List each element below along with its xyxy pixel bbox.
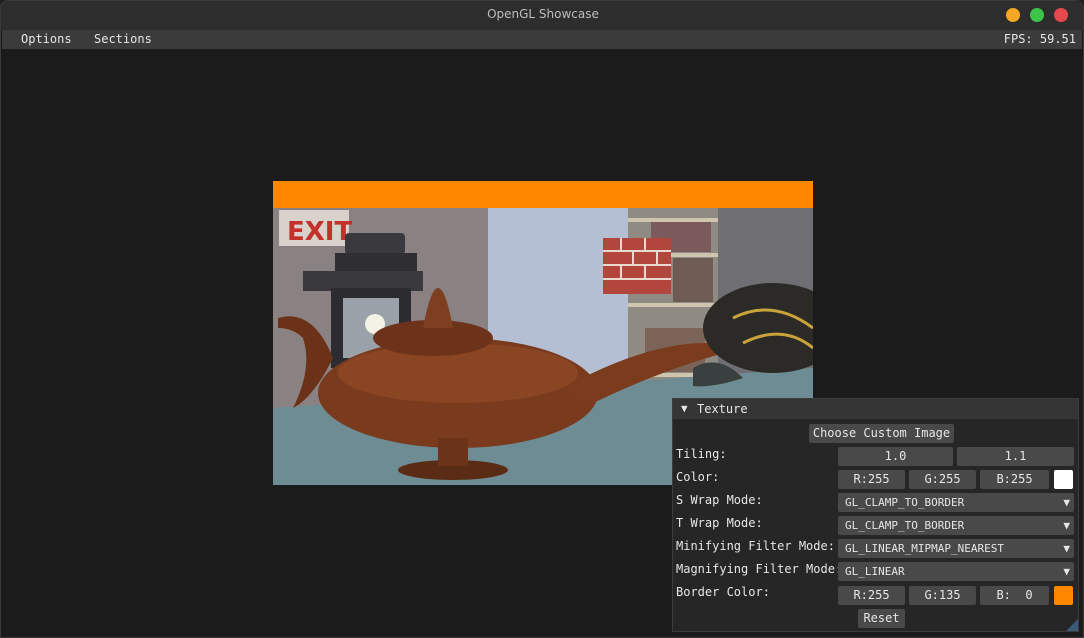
mag-filter-value: GL_LINEAR xyxy=(845,565,905,578)
border-color-swatch[interactable] xyxy=(1054,586,1073,605)
min-filter-label: Minifying Filter Mode: xyxy=(676,539,835,553)
dropdown-arrow-icon: ▼ xyxy=(1063,565,1070,578)
border-b-input[interactable]: B: 0 xyxy=(980,586,1049,605)
color-g-input[interactable]: G:255 xyxy=(909,470,976,489)
color-swatch[interactable] xyxy=(1054,470,1073,489)
dropdown-arrow-icon: ▼ xyxy=(1063,519,1070,532)
border-g-input[interactable]: G:135 xyxy=(909,586,976,605)
mag-filter-label: Magnifying Filter Mode: xyxy=(676,562,843,576)
panel-title: Texture xyxy=(697,402,748,416)
texture-panel-header[interactable]: ▼ Texture xyxy=(673,399,1078,419)
color-r-input[interactable]: R:255 xyxy=(838,470,905,489)
t-wrap-select[interactable]: GL_CLAMP_TO_BORDER ▼ xyxy=(838,516,1074,535)
close-button[interactable] xyxy=(1054,8,1068,22)
resize-grip-icon[interactable] xyxy=(1066,619,1078,631)
app-window: OpenGL Showcase Options Sections FPS: 59… xyxy=(0,0,1084,638)
collapse-triangle-icon[interactable]: ▼ xyxy=(681,402,688,415)
tiling-label: Tiling: xyxy=(676,447,727,461)
dropdown-arrow-icon: ▼ xyxy=(1063,496,1070,509)
mag-filter-select[interactable]: GL_LINEAR ▼ xyxy=(838,562,1074,581)
title-bar: OpenGL Showcase xyxy=(1,1,1083,31)
tiling-u-input[interactable]: 1.0 xyxy=(838,447,953,466)
t-wrap-label: T Wrap Mode: xyxy=(676,516,763,530)
color-b-input[interactable]: B:255 xyxy=(980,470,1049,489)
exit-sign-text: EXIT xyxy=(287,217,352,247)
reset-button[interactable]: Reset xyxy=(858,609,905,628)
texture-panel: ▼ Texture Choose Custom Image Tiling: 1.… xyxy=(672,398,1079,632)
s-wrap-label: S Wrap Mode: xyxy=(676,493,763,507)
menu-options[interactable]: Options xyxy=(21,32,72,46)
min-filter-select[interactable]: GL_LINEAR_MIPMAP_NEAREST ▼ xyxy=(838,539,1074,558)
color-label: Color: xyxy=(676,470,720,484)
minimize-button[interactable] xyxy=(1006,8,1020,22)
maximize-button[interactable] xyxy=(1030,8,1044,22)
s-wrap-value: GL_CLAMP_TO_BORDER xyxy=(845,496,965,509)
dropdown-arrow-icon: ▼ xyxy=(1063,542,1070,555)
window-title: OpenGL Showcase xyxy=(487,7,599,21)
s-wrap-select[interactable]: GL_CLAMP_TO_BORDER ▼ xyxy=(838,493,1074,512)
border-color-label: Border Color: xyxy=(676,585,770,599)
fps-counter: FPS: 59.51 xyxy=(1003,32,1076,46)
menu-bar: Options Sections FPS: 59.51 xyxy=(2,30,1082,49)
border-r-input[interactable]: R:255 xyxy=(838,586,905,605)
t-wrap-value: GL_CLAMP_TO_BORDER xyxy=(845,519,965,532)
choose-custom-image-button[interactable]: Choose Custom Image xyxy=(809,424,954,443)
tiling-v-input[interactable]: 1.1 xyxy=(957,447,1074,466)
menu-sections[interactable]: Sections xyxy=(94,32,152,46)
min-filter-value: GL_LINEAR_MIPMAP_NEAREST xyxy=(845,542,1004,555)
